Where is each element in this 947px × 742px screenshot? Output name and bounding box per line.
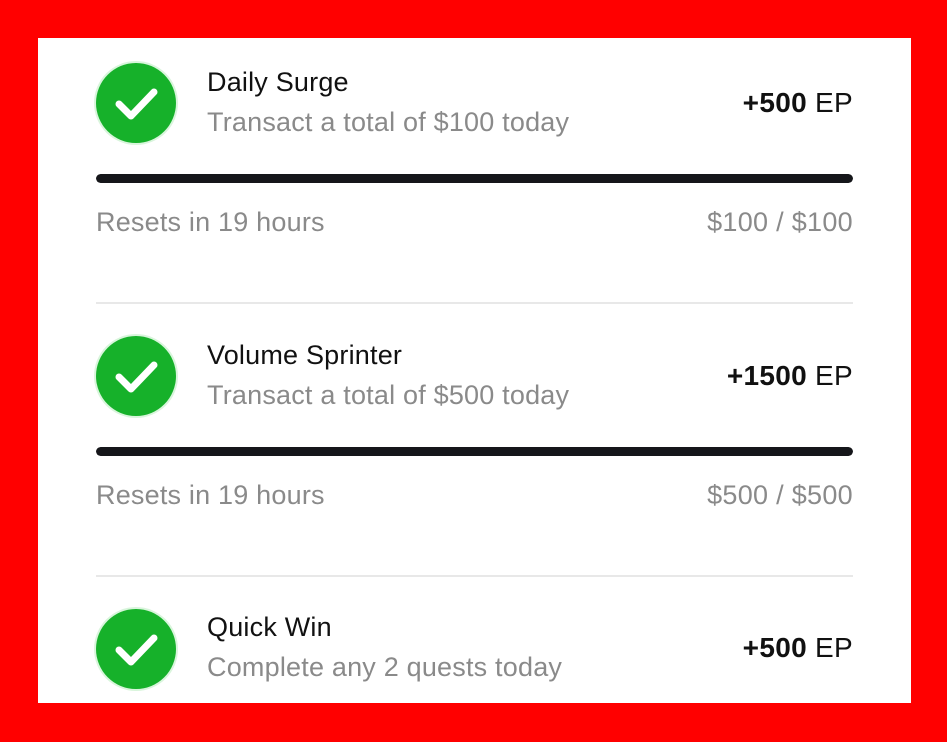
quest-item-daily-surge[interactable]: Daily Surge Transact a total of $100 tod… xyxy=(96,38,853,268)
quest-title: Quick Win xyxy=(207,612,332,642)
reward-unit: EP xyxy=(815,360,853,391)
quest-reward: +500 EP xyxy=(743,632,853,664)
quest-progress-bar xyxy=(96,447,853,456)
quest-progress-fill xyxy=(96,447,853,456)
quest-progress-bar xyxy=(96,174,853,183)
quest-progress-text: $500 / $500 xyxy=(707,480,853,510)
quest-description: Transact a total of $100 today xyxy=(207,107,570,137)
quest-item-quick-win[interactable]: Quick Win Complete any 2 quests today +5… xyxy=(96,584,853,703)
quest-progress-text: $100 / $100 xyxy=(707,207,853,237)
reward-amount: +500 xyxy=(742,87,807,118)
reward-amount: +1500 xyxy=(726,360,807,391)
quest-reward: +500 EP xyxy=(743,87,853,119)
quest-description: Complete any 2 quests today xyxy=(207,652,563,682)
quest-progress-fill xyxy=(96,174,853,183)
quest-description: Transact a total of $500 today xyxy=(207,380,570,410)
quest-list-card: Daily Surge Transact a total of $100 tod… xyxy=(38,38,911,703)
reward-amount: +500 xyxy=(742,632,807,663)
check-circle-icon xyxy=(96,63,176,143)
divider xyxy=(96,302,853,304)
quest-title: Volume Sprinter xyxy=(207,340,403,370)
reward-unit: EP xyxy=(815,87,853,118)
quest-reset-timer: Resets in 19 hours xyxy=(96,480,325,510)
quest-title: Daily Surge xyxy=(207,67,349,97)
quest-reward: +1500 EP xyxy=(727,360,853,392)
quest-item-volume-sprinter[interactable]: Volume Sprinter Transact a total of $500… xyxy=(96,311,853,541)
check-circle-icon xyxy=(96,609,176,689)
divider xyxy=(96,575,853,577)
quest-reset-timer: Resets in 19 hours xyxy=(96,207,325,237)
reward-unit: EP xyxy=(815,632,853,663)
check-circle-icon xyxy=(96,336,176,416)
